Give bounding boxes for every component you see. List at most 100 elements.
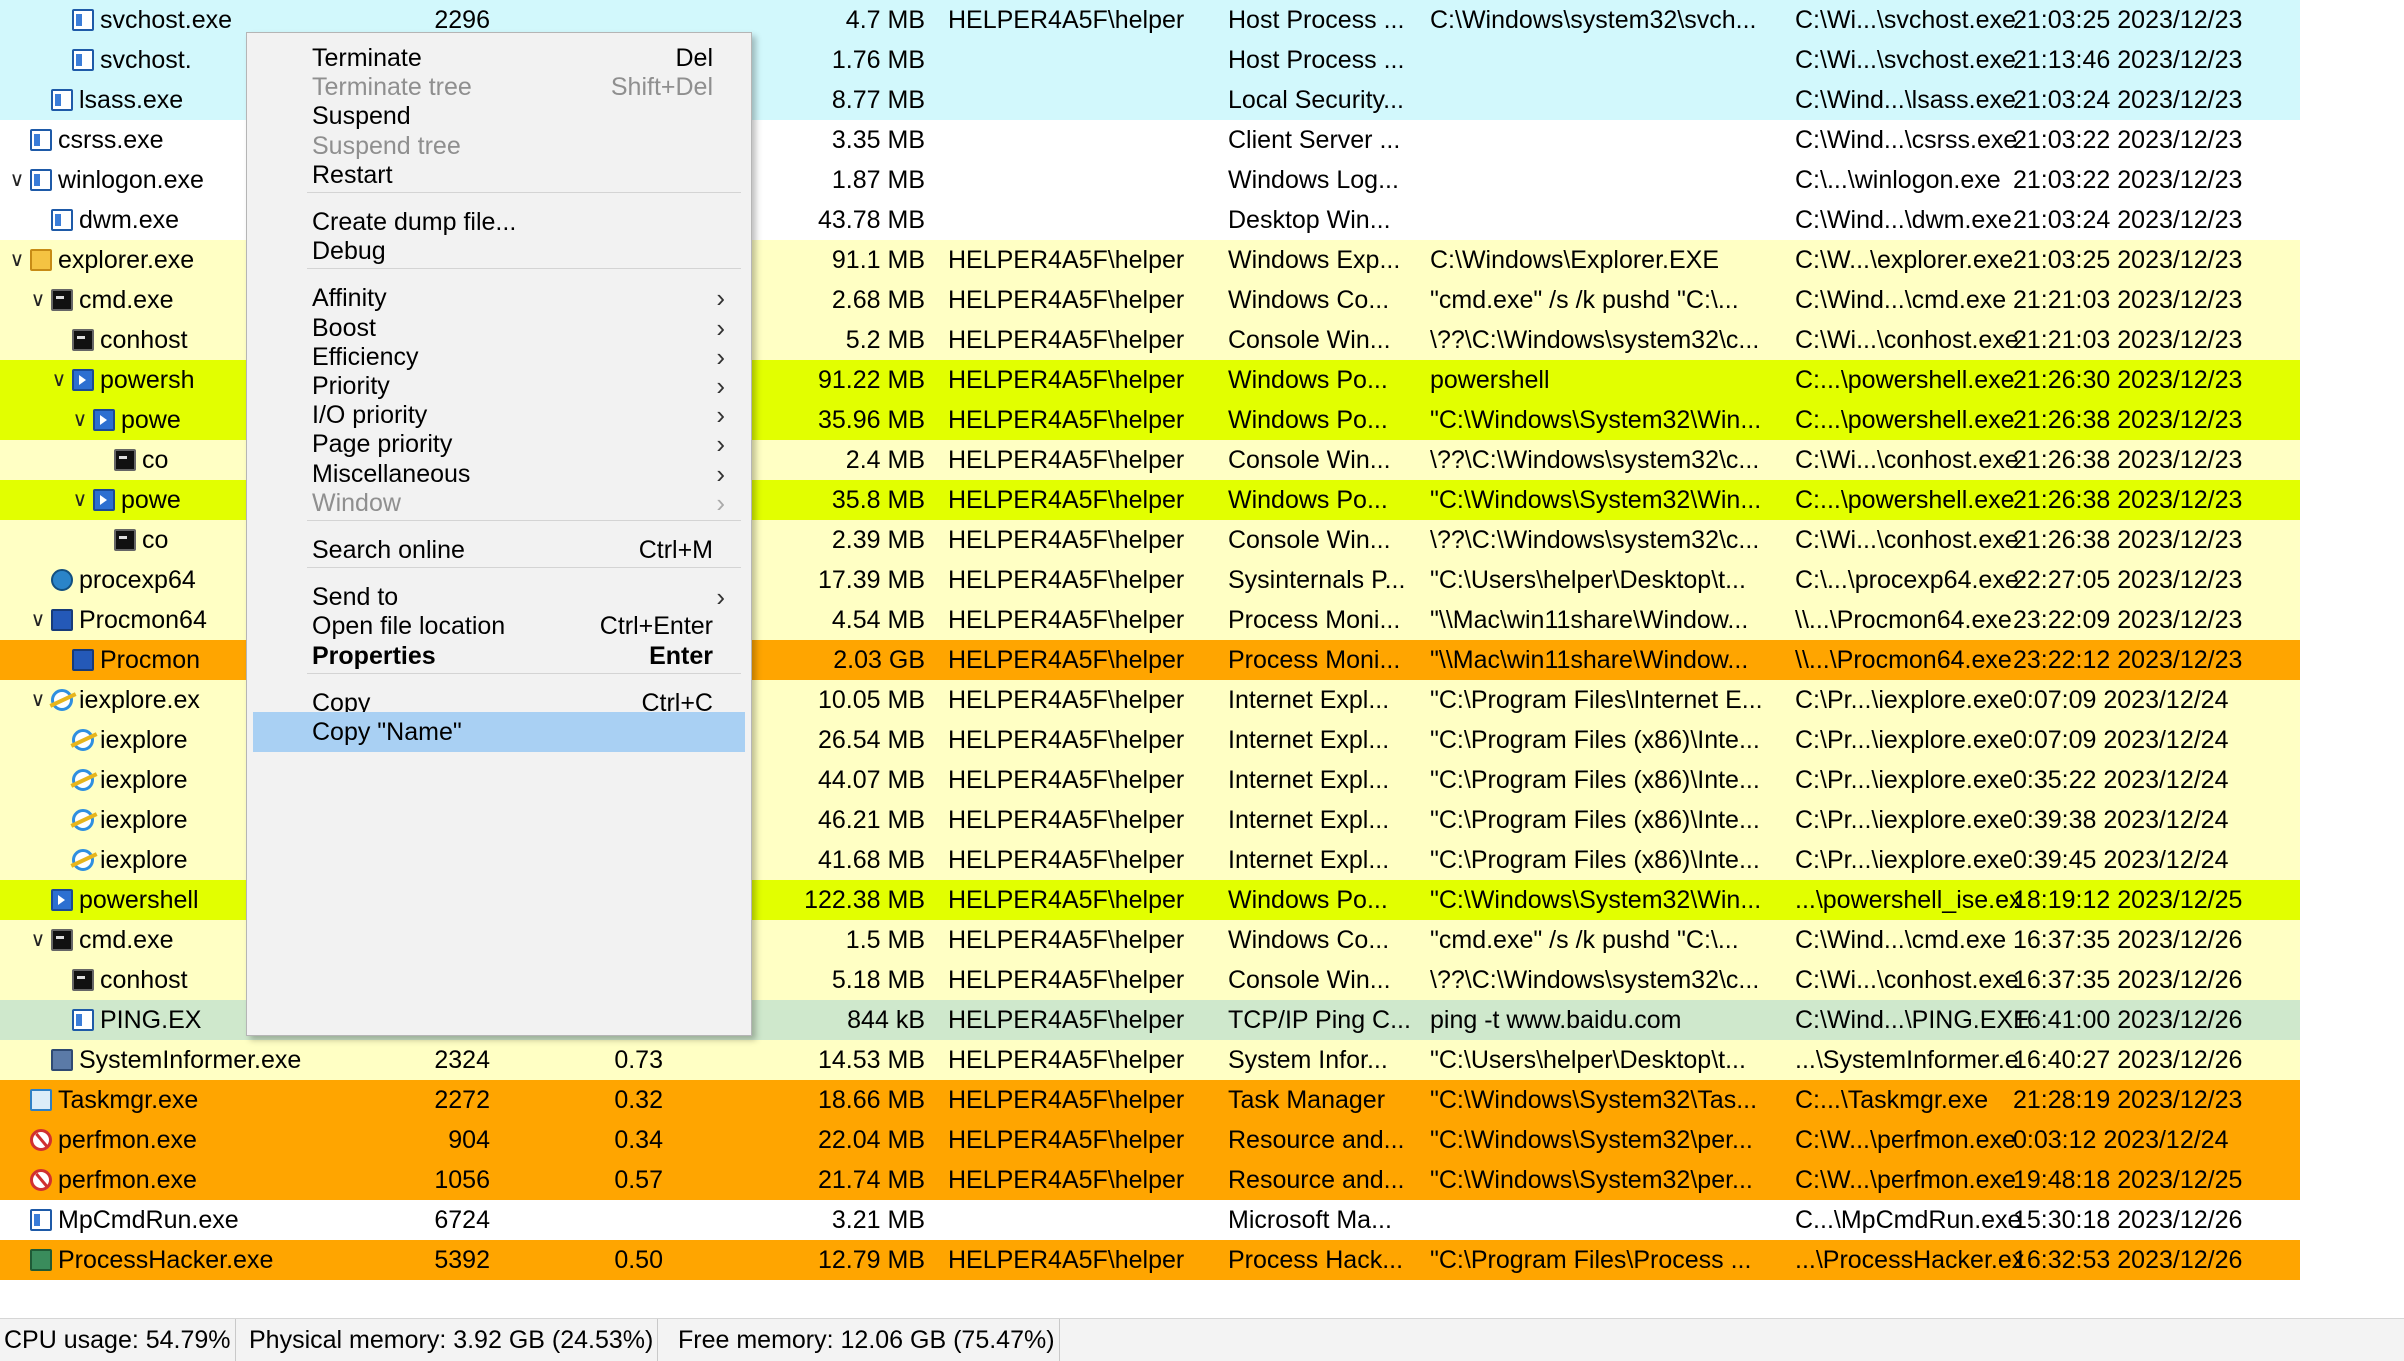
powershell-icon	[72, 369, 94, 391]
process-command-line: "C:\Windows\System32\Win...	[1430, 886, 1762, 914]
menu-item-label: Copy "Name"	[312, 718, 462, 746]
menu-item-search-online[interactable]: Search online Ctrl+M	[253, 530, 745, 570]
service-icon	[51, 89, 73, 111]
menu-item-properties[interactable]: Properties Enter	[253, 636, 745, 676]
process-user-name	[948, 160, 1218, 200]
menu-item-shortcut: Ctrl+M	[638, 536, 713, 564]
expand-chevron-icon[interactable]: ∨	[27, 280, 49, 320]
process-start-time: 16:41:00 2023/12/26	[2013, 1006, 2243, 1034]
process-name: Taskmgr.exe	[58, 1086, 199, 1114]
process-pid: 904	[448, 1126, 490, 1154]
explorer-icon	[30, 249, 52, 271]
process-description: Resource and...	[1228, 1126, 1405, 1154]
process-file-name: C:\Pr...\iexplore.exe	[1795, 726, 2014, 754]
process-file-name: C:...\Taskmgr.exe	[1795, 1086, 1989, 1114]
menu-item-copy-name[interactable]: Copy "Name"	[253, 712, 745, 752]
table-row[interactable]: ProcessHacker.exe 5392 0.50 12.79 MB HELPER4…	[0, 1240, 2300, 1280]
process-user-name: HELPER4A5F\helper	[948, 1246, 1185, 1274]
table-row[interactable]: perfmon.exe 1056 0.57 21.74 MB HELPER4A5F\he…	[0, 1160, 2300, 1200]
console-icon	[72, 329, 94, 351]
table-row[interactable]: Taskmgr.exe 2272 0.32 18.66 MB HELPER4A5F\he…	[0, 1080, 2300, 1120]
menu-item-debug[interactable]: Debug	[253, 231, 745, 271]
process-cpu	[520, 1200, 663, 1240]
process-file-name: C:\Wind...\dwm.exe	[1795, 206, 2012, 234]
process-command-line: "C:\Windows\System32\Tas...	[1430, 1086, 1758, 1114]
process-name: perfmon.exe	[58, 1126, 197, 1154]
menu-item-label: Window	[312, 488, 401, 517]
task-manager-icon	[30, 1089, 52, 1111]
expand-chevron-icon[interactable]: ∨	[27, 600, 49, 640]
process-file-name: C...\MpCmdRun.exe	[1795, 1206, 2022, 1234]
process-start-time: 21:03:25 2023/12/23	[2013, 246, 2243, 274]
process-name: lsass.exe	[79, 86, 184, 114]
process-description: Console Win...	[1228, 966, 1391, 994]
menu-item-restart[interactable]: Restart	[253, 155, 745, 195]
process-name: iexplore	[100, 766, 188, 794]
process-description: Process Moni...	[1228, 606, 1401, 634]
table-row[interactable]: perfmon.exe 904 0.34 22.04 MB HELPER4A5F\hel…	[0, 1120, 2300, 1160]
process-description: Windows Exp...	[1228, 246, 1401, 274]
expand-chevron-icon[interactable]: ∨	[6, 240, 28, 280]
process-monitor-icon	[72, 649, 94, 671]
process-description: Console Win...	[1228, 526, 1391, 554]
process-description: Local Security...	[1228, 86, 1405, 114]
process-command-line	[1430, 160, 1785, 200]
process-start-time: 0:07:09 2023/12/24	[2013, 726, 2229, 754]
process-start-time: 21:26:38 2023/12/23	[2013, 526, 2243, 554]
expand-chevron-icon[interactable]: ∨	[48, 360, 70, 400]
process-file-name: ...\powershell_ise.ex	[1795, 886, 2022, 914]
table-row[interactable]: SystemInformer.exe 2324 0.73 14.53 MB HELPER…	[0, 1040, 2300, 1080]
process-description: System Infor...	[1228, 1046, 1388, 1074]
process-pid: 1056	[434, 1166, 490, 1194]
process-command-line: "cmd.exe" /s /k pushd "C:\...	[1430, 926, 1739, 954]
process-command-line: "C:\Windows\System32\Win...	[1430, 406, 1762, 434]
process-name-cell: perfmon.exe	[0, 1160, 400, 1200]
process-start-time: 16:37:35 2023/12/26	[2013, 966, 2243, 994]
process-command-line: "C:\Program Files (x86)\Inte...	[1430, 726, 1760, 754]
expand-chevron-icon[interactable]: ∨	[27, 680, 49, 720]
process-user-name: HELPER4A5F\helper	[948, 966, 1185, 994]
process-private-bytes: 22.04 MB	[817, 1126, 925, 1154]
process-user-name: HELPER4A5F\helper	[948, 726, 1185, 754]
process-start-time: 0:35:22 2023/12/24	[2013, 766, 2229, 794]
context-menu[interactable]: Terminate Del Terminate tree Shift+Del Suspe…	[246, 32, 752, 1036]
expand-chevron-icon[interactable]: ∨	[69, 480, 91, 520]
process-user-name: HELPER4A5F\helper	[948, 246, 1185, 274]
process-file-name: ...\SystemInformer.e	[1795, 1046, 2019, 1074]
process-description: Process Hack...	[1228, 1246, 1404, 1274]
process-file-name: C:\Pr...\iexplore.exe	[1795, 686, 2014, 714]
status-bar: CPU usage: 54.79% Physical memory: 3.92 …	[0, 1318, 2404, 1361]
menu-separator	[307, 192, 741, 193]
process-name: powe	[121, 486, 181, 514]
process-user-name: HELPER4A5F\helper	[948, 806, 1185, 834]
process-description: Windows Po...	[1228, 486, 1388, 514]
process-description: Internet Expl...	[1228, 726, 1390, 754]
process-start-time: 16:37:35 2023/12/26	[2013, 926, 2243, 954]
process-command-line: "C:\Windows\System32\per...	[1430, 1126, 1753, 1154]
process-description: Windows Co...	[1228, 286, 1390, 314]
console-icon	[114, 529, 136, 551]
process-start-time: 21:13:46 2023/12/23	[2013, 46, 2243, 74]
process-name: explorer.exe	[58, 246, 195, 274]
process-name: co	[142, 446, 169, 474]
process-user-name: HELPER4A5F\helper	[948, 446, 1185, 474]
expand-chevron-icon[interactable]: ∨	[6, 160, 28, 200]
expand-chevron-icon[interactable]: ∨	[27, 920, 49, 960]
process-user-name: HELPER4A5F\helper	[948, 686, 1185, 714]
process-user-name	[948, 80, 1218, 120]
status-cpu-usage: CPU usage: 54.79%	[0, 1319, 236, 1361]
menu-item-label: Properties	[312, 641, 436, 670]
process-start-time: 21:03:24 2023/12/23	[2013, 206, 2243, 234]
process-description: Windows Po...	[1228, 366, 1388, 394]
process-command-line: C:\Windows\Explorer.EXE	[1430, 246, 1719, 274]
process-description: Task Manager	[1228, 1086, 1386, 1114]
process-name: winlogon.exe	[58, 166, 204, 194]
process-user-name: HELPER4A5F\helper	[948, 286, 1185, 314]
table-row[interactable]: MpCmdRun.exe 6724 3.21 MB Microsoft Ma... C.…	[0, 1200, 2300, 1240]
process-private-bytes: 12.79 MB	[817, 1246, 925, 1274]
menu-separator	[307, 520, 741, 521]
process-start-time: 21:26:38 2023/12/23	[2013, 406, 2243, 434]
expand-chevron-icon[interactable]: ∨	[69, 400, 91, 440]
process-description: TCP/IP Ping C...	[1228, 1006, 1411, 1034]
process-user-name: HELPER4A5F\helper	[948, 846, 1185, 874]
